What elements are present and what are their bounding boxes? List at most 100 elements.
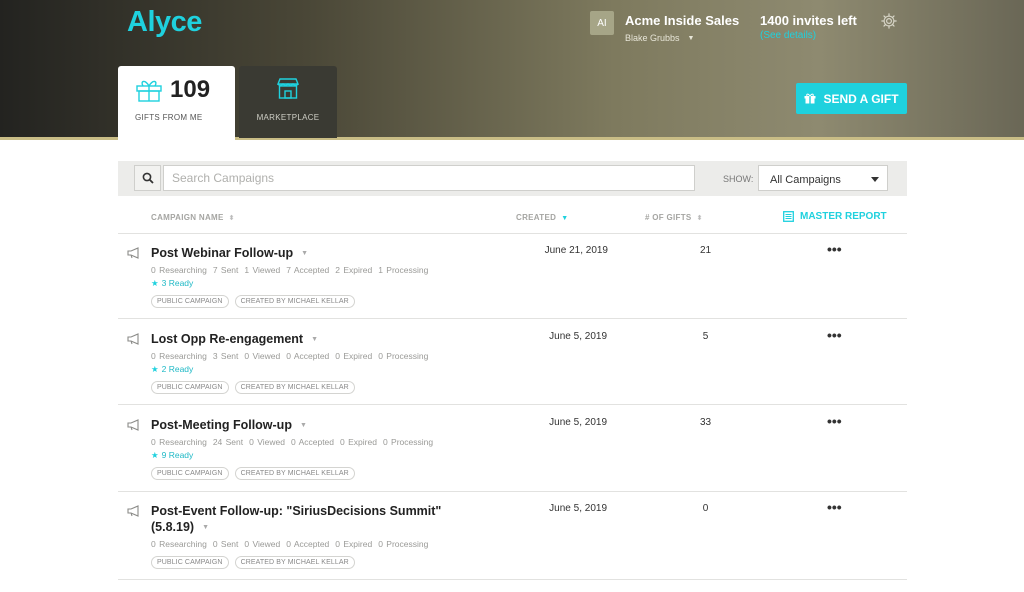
campaign-row[interactable]: Post Webinar Follow-up ▼ 0 Researching 7 S… [118,234,907,319]
stat-viewed: 1 Viewed [244,265,281,275]
sort-icon: ⬍ [228,215,235,222]
campaign-tags: PUBLIC CAMPAIGN CREATED BY MICHAEL KELLA… [151,295,355,308]
see-details-link[interactable]: (See details) [760,30,816,41]
master-report-link[interactable]: MASTER REPORT [783,211,887,222]
stat-sent: 24 Sent [212,437,244,447]
stat-accepted: 7 Accepted [286,265,330,275]
more-options-icon[interactable]: ••• [827,414,842,428]
campaign-row[interactable]: Post-Event Follow-up: "SiriusDecisions S… [118,492,907,580]
campaign-filter-select[interactable]: All Campaigns [758,165,888,191]
report-icon [783,211,794,222]
sort-icon: ⬍ [696,215,703,222]
caret-down-icon[interactable]: ▼ [311,336,318,343]
caret-down-icon[interactable]: ▼ [300,422,307,429]
ready-count[interactable]: ★ 9 Ready [151,450,193,461]
stat-viewed: 0 Viewed [244,351,281,361]
star-icon: ★ [151,278,159,288]
campaign-title[interactable]: Lost Opp Re-engagement ▼ [151,331,318,348]
account-avatar[interactable]: AI [590,11,614,35]
more-options-icon[interactable]: ••• [827,328,842,342]
app-logo[interactable]: Alyce [127,6,202,39]
gift-icon [136,80,162,102]
campaign-title[interactable]: Post-Event Follow-up: "SiriusDecisions S… [151,503,441,536]
stat-expired: 0 Expired [335,539,373,549]
more-options-icon[interactable]: ••• [827,242,842,256]
send-gift-label: SEND A GIFT [823,91,899,106]
store-icon [276,78,300,99]
campaign-title-text: Post-Meeting Follow-up [151,418,292,432]
campaign-row[interactable]: Lost Opp Re-engagement ▼ 0 Researching 3 S… [118,320,907,405]
dropdown-arrow-icon [871,177,879,182]
megaphone-icon [127,505,139,517]
stat-viewed: 0 Viewed [244,539,281,549]
account-user-menu[interactable]: Blake Grubbs ▼ [625,33,694,43]
stat-accepted: 0 Accepted [286,351,330,361]
column-label: # OF GIFTS [645,213,692,222]
account-name[interactable]: Acme Inside Sales [625,13,739,28]
campaign-stats: 0 Researching 24 Sent 0 Viewed 0 Accepted 0 … [151,437,439,447]
campaign-title-text: Lost Opp Re-engagement [151,332,304,346]
column-number-of-gifts[interactable]: # OF GIFTS ⬍ [645,213,703,222]
campaign-title-text: Post Webinar Follow-up [151,246,294,260]
stat-processing: 0 Processing [378,539,429,549]
sort-desc-icon: ▼ [561,215,569,222]
megaphone-icon [127,419,139,431]
tag-created-by: CREATED BY MICHAEL KELLAR [234,381,355,394]
caret-down-icon[interactable]: ▼ [202,524,209,531]
tag-created-by: CREATED BY MICHAEL KELLAR [234,467,355,480]
stat-sent: 3 Sent [212,351,239,361]
created-date: June 5, 2019 [549,417,607,428]
stat-viewed: 0 Viewed [249,437,285,447]
stat-researching: 0 Researching [151,351,207,361]
caret-down-icon[interactable]: ▼ [301,250,308,257]
created-date: June 21, 2019 [544,245,608,256]
tag-created-by: CREATED BY MICHAEL KELLAR [234,295,355,308]
megaphone-icon [127,333,139,345]
tag-public-campaign: PUBLIC CAMPAIGN [151,381,229,394]
ready-text: 9 Ready [161,450,194,460]
gear-icon[interactable] [880,12,898,30]
caret-down-icon: ▼ [687,35,695,42]
tab-label-gifts: GIFTS FROM ME [135,113,203,122]
stat-sent: 7 Sent [212,265,239,275]
campaign-stats: 0 Researching 3 Sent 0 Viewed 0 Accepted 0 E… [151,351,434,361]
campaign-stats: 0 Researching 0 Sent 0 Viewed 0 Accepted 0 E… [151,539,434,549]
search-button[interactable] [134,165,161,191]
tag-public-campaign: PUBLIC CAMPAIGN [151,556,229,569]
stat-accepted: 0 Accepted [286,539,330,549]
gift-count: 21 [699,245,712,256]
stat-processing: 0 Processing [382,437,434,447]
gift-count: 33 [699,417,712,428]
search-icon [142,172,154,184]
column-campaign-name[interactable]: CAMPAIGN NAME ⬍ [151,213,235,222]
stat-accepted: 0 Accepted [290,437,335,447]
column-label: CREATED [516,213,557,222]
campaign-stats: 0 Researching 7 Sent 1 Viewed 7 Accepted 2 E… [151,265,434,275]
tab-gifts-from-me[interactable]: 109 GIFTS FROM ME [118,66,235,140]
tab-marketplace[interactable]: MARKETPLACE [239,66,337,138]
stat-sent: 0 Sent [212,539,239,549]
stat-researching: 0 Researching [151,265,207,275]
campaign-tags: PUBLIC CAMPAIGN CREATED BY MICHAEL KELLA… [151,381,355,394]
ready-count[interactable]: ★ 3 Ready [151,278,193,289]
stat-processing: 0 Processing [378,351,429,361]
show-label: SHOW: [723,174,754,184]
created-date: June 5, 2019 [549,331,607,342]
campaign-title-text: Post-Event Follow-up: "SiriusDecisions S… [151,504,442,518]
campaign-row[interactable]: Post-Meeting Follow-up ▼ 0 Researching 24 … [118,406,907,492]
campaign-title[interactable]: Post Webinar Follow-up ▼ [151,245,308,262]
search-toolbar: SHOW: All Campaigns [118,161,907,196]
ready-text: 2 Ready [161,364,194,374]
more-options-icon[interactable]: ••• [827,500,842,514]
campaign-title-text-line2: (5.8.19) [151,520,195,534]
user-name: Blake Grubbs [625,33,680,43]
stat-researching: 0 Researching [151,539,207,549]
column-created[interactable]: CREATED ▼ [516,213,568,222]
search-input[interactable] [163,165,695,191]
campaign-filter-value: All Campaigns [770,174,841,186]
send-gift-button[interactable]: SEND A GIFT [796,83,907,114]
campaign-title[interactable]: Post-Meeting Follow-up ▼ [151,417,307,434]
ready-count[interactable]: ★ 2 Ready [151,364,193,375]
stat-processing: 1 Processing [378,265,429,275]
tab-label-marketplace: MARKETPLACE [256,113,320,122]
